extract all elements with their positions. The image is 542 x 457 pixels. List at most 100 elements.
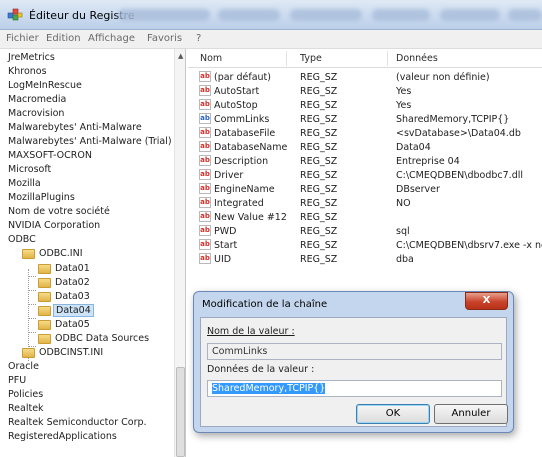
tree-item-label: RegisteredApplications: [8, 431, 117, 442]
tree-item-label: NVIDIA Corporation: [8, 220, 101, 231]
table-row[interactable]: ab UID REG_SZ dba: [188, 253, 542, 266]
value-type: REG_SZ: [300, 142, 338, 153]
tree-connector: [28, 304, 36, 305]
column-header-type[interactable]: Type: [300, 53, 322, 64]
ok-button[interactable]: OK: [356, 404, 430, 424]
string-value-icon: ab: [199, 183, 211, 194]
table-row[interactable]: ab (par défaut) REG_SZ (valeur non définie): [188, 71, 542, 84]
tree-item[interactable]: PFU: [8, 374, 26, 388]
tree-item-data01[interactable]: Data01: [38, 262, 90, 276]
value-name: PWD: [214, 226, 237, 237]
cancel-button[interactable]: Annuler: [434, 404, 508, 424]
tree-item[interactable]: Malwarebytes' Anti-Malware: [8, 121, 142, 135]
title-bar: Éditeur du Registre: [0, 0, 542, 30]
tree-item[interactable]: JreMetrics: [8, 51, 55, 65]
tree-item[interactable]: MozillaPlugins: [8, 191, 75, 205]
tree-item[interactable]: Nom de votre société: [8, 205, 110, 219]
tree-item-label: Data04: [53, 304, 94, 317]
folder-icon: [38, 292, 51, 302]
tree-item-odbc-ini[interactable]: ODBC.INI: [22, 247, 83, 261]
blurred-toolbar-area: [218, 9, 280, 21]
menu-affichage[interactable]: Affichage: [88, 33, 135, 44]
tree-item-label: Malwarebytes' Anti-Malware (Trial): [8, 136, 172, 147]
tree-item-label: ODBC Data Sources: [55, 333, 150, 344]
tree-item[interactable]: Khronos: [8, 65, 47, 79]
value-name-field: CommLinks: [207, 343, 502, 360]
table-row[interactable]: ab Driver REG_SZ C:\CMEQDBEN\dbodbc7.dll: [188, 169, 542, 182]
value-type: REG_SZ: [300, 114, 338, 125]
value-type: REG_SZ: [300, 156, 338, 167]
column-header-nom[interactable]: Nom: [200, 53, 222, 64]
value-name: New Value #12: [214, 212, 287, 223]
close-button[interactable]: X: [465, 292, 508, 310]
tree-item[interactable]: Macromedia: [8, 93, 66, 107]
tree-item[interactable]: LogMeInRescue: [8, 79, 82, 93]
table-row[interactable]: ab Description REG_SZ Entreprise 04: [188, 155, 542, 168]
table-row[interactable]: ab Integrated REG_SZ NO: [188, 197, 542, 210]
value-data: dba: [396, 254, 414, 265]
tree-item[interactable]: ODBC: [8, 233, 36, 247]
tree-item-odbc-data-sources[interactable]: ODBC Data Sources: [38, 332, 149, 346]
tree-item[interactable]: Policies: [8, 388, 43, 402]
close-icon: X: [482, 295, 491, 306]
value-type: REG_SZ: [300, 128, 338, 139]
table-row[interactable]: ab Start REG_SZ C:\CMEQDBEN\dbsrv7.exe -x n…: [188, 239, 542, 252]
tree-item-label: Macromedia: [8, 94, 67, 105]
menu-fichier[interactable]: Fichier: [6, 33, 39, 44]
tree-item-label: Realtek Semiconductor Corp.: [8, 417, 147, 428]
value-data: Yes: [396, 100, 412, 111]
tree-item[interactable]: Realtek Semiconductor Corp.: [8, 416, 147, 430]
column-separator[interactable]: [387, 51, 388, 66]
column-header-donnees[interactable]: Données: [396, 53, 438, 64]
menu-favoris[interactable]: Favoris: [147, 33, 182, 44]
scroll-thumb[interactable]: [176, 367, 185, 457]
tree-item[interactable]: Macrovision: [8, 107, 64, 121]
tree-item-data05[interactable]: Data05: [38, 318, 90, 332]
table-row[interactable]: ab AutoStop REG_SZ Yes: [188, 99, 542, 112]
menu-edition[interactable]: Edition: [46, 33, 81, 44]
string-value-icon: ab: [199, 225, 211, 236]
table-row[interactable]: ab PWD REG_SZ sql: [188, 225, 542, 238]
string-value-icon: ab: [199, 141, 211, 152]
value-data: Data04: [396, 142, 431, 153]
value-type: REG_SZ: [300, 184, 338, 195]
table-row[interactable]: ab AutoStart REG_SZ Yes: [188, 85, 542, 98]
folder-icon: [22, 348, 35, 358]
tree-item-odbcinst-ini[interactable]: ODBCINST.INI: [22, 346, 103, 360]
tree-scrollbar[interactable]: ▲: [174, 49, 185, 457]
value-name: EngineName: [214, 184, 275, 195]
tree-item[interactable]: MAXSOFT-OCRON: [8, 149, 92, 163]
column-separator[interactable]: [286, 51, 287, 66]
tree-item[interactable]: Realtek: [8, 402, 44, 416]
regedit-icon: [7, 8, 23, 21]
tree-item-label: MAXSOFT-OCRON: [8, 150, 92, 161]
scroll-up-arrow-icon[interactable]: ▲: [178, 52, 183, 60]
value-name: DatabaseName: [214, 142, 288, 153]
value-data-input[interactable]: SharedMemory,TCPIP{}: [207, 380, 502, 397]
table-row[interactable]: ab EngineName REG_SZ DBserver: [188, 183, 542, 196]
value-type: REG_SZ: [300, 100, 338, 111]
blurred-toolbar-area: [440, 9, 500, 21]
tree-connector: [28, 276, 36, 277]
tree-item[interactable]: RegisteredApplications: [8, 430, 117, 444]
tree-item[interactable]: Malwarebytes' Anti-Malware (Trial): [8, 135, 172, 149]
tree-item-label: Mozilla: [8, 178, 41, 189]
table-row[interactable]: ab DatabaseFile REG_SZ <svDatabase>\Data04.…: [188, 127, 542, 140]
tree-item[interactable]: Mozilla: [8, 177, 41, 191]
table-row-selected[interactable]: ab CommLinks REG_SZ SharedMemory,TCPIP{}: [188, 113, 542, 126]
tree-item[interactable]: Microsoft: [8, 163, 51, 177]
menu-bar: Fichier Edition Affichage Favoris ?: [0, 30, 542, 49]
tree-item-data03[interactable]: Data03: [38, 290, 90, 304]
blurred-toolbar-area: [290, 9, 362, 21]
tree-item-data04[interactable]: Data04: [38, 304, 94, 318]
tree-item-data02[interactable]: Data02: [38, 276, 90, 290]
tree-item[interactable]: NVIDIA Corporation: [8, 219, 100, 233]
value-data: Entreprise 04: [396, 156, 460, 167]
value-type: REG_SZ: [300, 240, 338, 251]
menu-help[interactable]: ?: [196, 33, 201, 44]
table-row[interactable]: ab New Value #12 REG_SZ: [188, 211, 542, 224]
value-type: REG_SZ: [300, 212, 338, 223]
table-row[interactable]: ab DatabaseName REG_SZ Data04: [188, 141, 542, 154]
tree-item-label: Data05: [55, 319, 90, 330]
tree-item[interactable]: Oracle: [8, 360, 39, 374]
